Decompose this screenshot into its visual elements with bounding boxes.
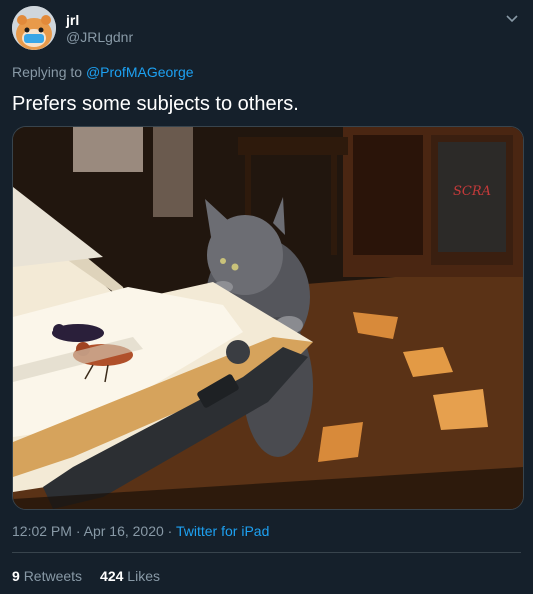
book-spine-text: SCRA [453, 184, 491, 199]
likes-label: Likes [127, 568, 160, 584]
replying-to-link[interactable]: @ProfMAGeorge [86, 64, 194, 80]
tweet-date[interactable]: Apr 16, 2020 [84, 523, 164, 539]
display-name[interactable]: jrl [66, 12, 133, 28]
meta-separator: · [163, 523, 176, 539]
tweet-menu-button[interactable] [503, 10, 521, 28]
likes-stat[interactable]: 424 Likes [100, 568, 160, 584]
replying-to: Replying to @ProfMAGeorge [12, 64, 194, 80]
chevron-down-icon [506, 15, 518, 23]
avatar[interactable] [12, 6, 56, 50]
tweet: jrl @JRLgdnr Replying to @ProfMAGeorge P… [0, 0, 533, 594]
retweets-label: Retweets [23, 568, 83, 584]
hamster-avatar-icon [12, 6, 56, 50]
retweets-stat[interactable]: 9 Retweets [12, 568, 82, 584]
tweet-time[interactable]: 12:02 PM [12, 523, 72, 539]
tweet-source-link[interactable]: Twitter for iPad [176, 523, 269, 539]
user-names[interactable]: jrl @JRLgdnr [66, 12, 133, 46]
tweet-text: Prefers some subjects to others. [12, 93, 299, 115]
retweets-count: 9 [12, 568, 20, 584]
meta-separator: · [71, 523, 84, 539]
tweet-meta: 12:02 PM · Apr 16, 2020 · Twitter for iP… [12, 523, 269, 539]
tweet-media-photo[interactable]: SCRA [12, 126, 524, 510]
tweet-stats: 9 Retweets 424 Likes [12, 568, 160, 584]
likes-count: 424 [100, 568, 124, 584]
replying-prefix: Replying to [12, 64, 83, 80]
divider [12, 552, 521, 553]
user-handle[interactable]: @JRLgdnr [66, 28, 133, 46]
cat-with-book-photo: SCRA [13, 127, 523, 509]
tweet-header: jrl @JRLgdnr [12, 6, 521, 52]
